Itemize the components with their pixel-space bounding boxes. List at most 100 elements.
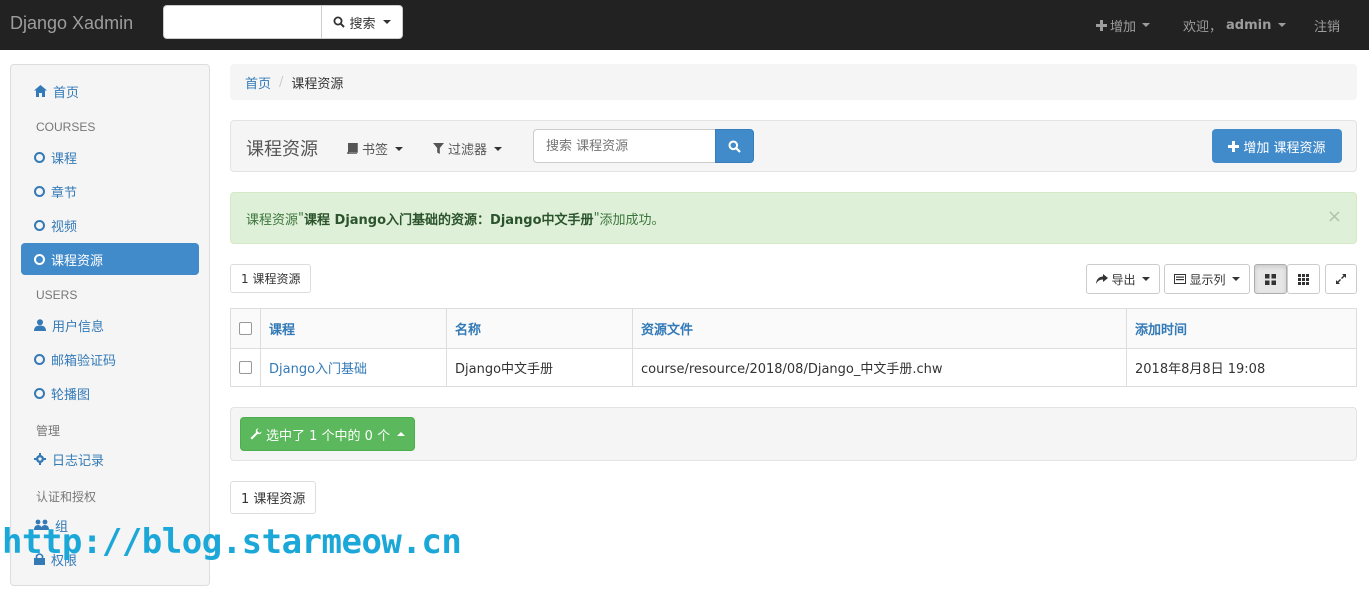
sidebar-item-courses[interactable]: 课程 <box>21 141 199 173</box>
sidebar-item-home[interactable]: 首页 <box>21 75 199 107</box>
watermark-text: http://blog.starmeow.cn <box>2 522 462 562</box>
export-label: 导出 <box>1111 272 1136 287</box>
footer-result-count: 1 课程资源 <box>230 481 317 514</box>
global-search-label: 搜索 <box>349 16 376 32</box>
add-resource-button[interactable]: 增加 课程资源 <box>1212 129 1342 163</box>
sidebar-item-banners[interactable]: 轮播图 <box>21 377 199 409</box>
cell-course: Django入门基础 <box>260 348 447 387</box>
list-search-button[interactable] <box>715 129 754 163</box>
column-header-course[interactable]: 课程 <box>260 308 447 349</box>
book-icon <box>347 143 358 154</box>
cell-added: 2018年8月8日 19:08 <box>1126 348 1357 387</box>
global-search: 搜索 <box>163 5 403 39</box>
nav-user-menu[interactable]: 欢迎， admin <box>1183 0 1287 50</box>
export-button[interactable]: 导出 <box>1086 264 1160 294</box>
select-all-checkbox[interactable] <box>239 322 252 335</box>
circle-icon <box>34 185 45 197</box>
bulk-actions-label: 选中了 1 个中的 0 个 <box>266 428 391 444</box>
column-header-name[interactable]: 名称 <box>446 308 633 349</box>
wrench-icon <box>250 428 262 440</box>
sidebar-heading-admin: 管理 <box>36 424 61 438</box>
plus-icon <box>1228 140 1240 152</box>
course-link[interactable]: Django入门基础 <box>269 362 367 377</box>
filters-dropdown[interactable]: 过滤器 <box>433 139 503 158</box>
breadcrumb-current: 课程资源 <box>291 76 344 92</box>
logout-link[interactable]: 注销 <box>1314 0 1340 50</box>
sidebar: 首页 COURSES 课程 章节 视频 课程资源 USERS 用户信息 邮箱验证… <box>10 64 210 586</box>
chevron-down-icon <box>494 146 503 151</box>
global-search-button[interactable]: 搜索 <box>321 5 403 39</box>
page-title: 课程资源 <box>246 139 318 160</box>
row-select-cell <box>230 348 261 387</box>
global-search-input[interactable] <box>163 5 321 39</box>
sidebar-item-email-codes[interactable]: 邮箱验证码 <box>21 343 199 375</box>
sidebar-heading-courses: COURSES <box>36 120 96 134</box>
view-large-grid-button[interactable] <box>1254 264 1287 294</box>
view-small-grid-button[interactable] <box>1287 264 1320 294</box>
nav-add-menu[interactable]: 增加 <box>1096 0 1151 50</box>
circle-icon <box>34 387 45 399</box>
list-alt-icon <box>1174 274 1187 284</box>
sidebar-item-videos[interactable]: 视频 <box>21 209 199 241</box>
row-checkbox[interactable] <box>239 361 252 374</box>
column-header-file[interactable]: 资源文件 <box>632 308 1127 349</box>
list-search <box>533 129 754 163</box>
brand-title[interactable]: Django Xadmin <box>10 13 133 34</box>
results-table: 课程 名称 资源文件 添加时间 Django入门基础 Django中文手册 co… <box>230 308 1357 387</box>
column-header-added[interactable]: 添加时间 <box>1126 308 1357 349</box>
sidebar-heading-auth: 认证和授权 <box>36 490 97 504</box>
select-all-cell <box>230 308 261 349</box>
success-alert: 课程资源 " 课程 Django入门基础的资源：Django中文手册 " 添加成功。… <box>230 192 1357 244</box>
list-toolbar: 课程资源 书签 过滤器 增加 课程资源 <box>230 120 1357 172</box>
table-row: Django入门基础 Django中文手册 course/resource/20… <box>230 348 1357 387</box>
breadcrumb: 首页 / 课程资源 <box>230 64 1357 100</box>
sidebar-item-user-profiles[interactable]: 用户信息 <box>21 309 199 341</box>
sidebar-item-label: 课程 <box>51 151 78 167</box>
table-header-row: 课程 名称 资源文件 添加时间 <box>230 308 1357 349</box>
sidebar-item-label: 轮播图 <box>51 387 91 403</box>
chevron-down-icon <box>395 146 404 151</box>
sidebar-item-label: 课程资源 <box>51 253 104 269</box>
search-icon <box>333 16 346 28</box>
result-count[interactable]: 1 课程资源 <box>230 264 312 293</box>
gear-icon <box>34 453 46 465</box>
nav-add-label: 增加 <box>1110 19 1137 35</box>
user-name: admin <box>1226 17 1272 33</box>
bookmarks-dropdown[interactable]: 书签 <box>347 139 404 158</box>
chevron-down-icon <box>1141 277 1150 281</box>
sidebar-item-course-resources[interactable]: 课程资源 <box>21 243 199 275</box>
sidebar-item-label: 日志记录 <box>52 453 105 469</box>
alert-object[interactable]: 课程 Django入门基础的资源：Django中文手册 <box>304 209 594 228</box>
fullscreen-button[interactable] <box>1325 264 1357 294</box>
list-search-input[interactable] <box>533 129 715 163</box>
breadcrumb-home[interactable]: 首页 <box>245 73 271 92</box>
th-large-icon <box>1265 273 1276 285</box>
welcome-label: 欢迎， <box>1183 19 1223 35</box>
columns-button[interactable]: 显示列 <box>1164 264 1250 294</box>
circle-icon <box>34 219 45 231</box>
close-icon[interactable]: × <box>1327 206 1342 227</box>
columns-label: 显示列 <box>1189 272 1226 287</box>
sidebar-item-label: 视频 <box>51 219 78 235</box>
breadcrumb-separator: / <box>279 74 284 90</box>
th-icon <box>1298 273 1309 285</box>
top-navbar: Django Xadmin 搜索 增加 欢迎， admin 注销 <box>0 0 1369 50</box>
bulk-actions-button[interactable]: 选中了 1 个中的 0 个 <box>240 417 416 451</box>
sidebar-item-label: 章节 <box>51 185 78 201</box>
sidebar-item-chapters[interactable]: 章节 <box>21 175 199 207</box>
actions-bar: 选中了 1 个中的 0 个 <box>230 407 1357 461</box>
chevron-down-icon <box>1142 23 1151 27</box>
bookmarks-label: 书签 <box>362 143 389 158</box>
sidebar-heading-users: USERS <box>36 288 78 302</box>
home-icon <box>34 85 47 97</box>
sidebar-item-logs[interactable]: 日志记录 <box>21 443 199 475</box>
cell-file: course/resource/2018/08/Django_中文手册.chw <box>632 348 1127 387</box>
circle-icon <box>34 253 45 265</box>
user-icon <box>34 319 46 331</box>
chevron-down-icon <box>1278 23 1287 27</box>
fullscreen-icon <box>1336 274 1346 284</box>
search-icon <box>728 140 741 153</box>
sidebar-item-label: 首页 <box>53 85 80 101</box>
plus-icon <box>1096 19 1107 31</box>
chevron-down-icon <box>1231 277 1240 281</box>
